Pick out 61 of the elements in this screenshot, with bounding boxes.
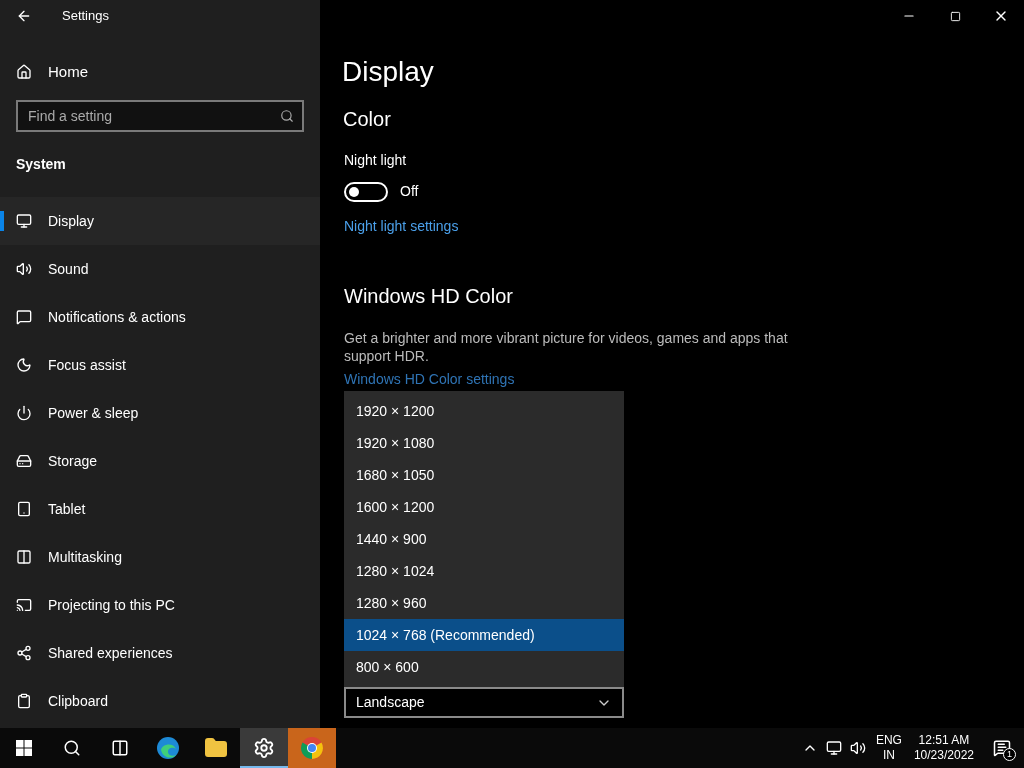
- sidebar-item[interactable]: Multitasking: [0, 533, 320, 581]
- sidebar-item[interactable]: Display: [0, 197, 320, 245]
- section-title: Windows HD Color: [344, 284, 514, 309]
- menu-item[interactable]: 1920 × 1080: [344, 427, 624, 459]
- window-title: Settings: [62, 7, 109, 26]
- sidebar-item[interactable]: Notifications & actions: [0, 293, 320, 341]
- menu-item[interactable]: 800 × 600: [344, 651, 624, 683]
- menu-item[interactable]: 1024 × 768 (Recommended): [344, 619, 624, 651]
- toggle-switch[interactable]: [344, 181, 388, 202]
- sidebar-item[interactable]: Focus assist: [0, 341, 320, 389]
- section-heading: System: [15, 155, 67, 174]
- sidebar-item[interactable]: Tablet: [0, 485, 320, 533]
- menu-item[interactable]: 1600 × 1200: [344, 491, 624, 523]
- cast-icon: [16, 597, 32, 613]
- section-title: Color: [343, 107, 392, 132]
- restore-icon: [949, 10, 961, 22]
- menu-item[interactable]: 1920 × 1200: [344, 395, 624, 427]
- home-link[interactable]: Home: [0, 54, 320, 90]
- clock[interactable]: 12:51 AM 10/23/2022: [913, 733, 974, 763]
- drive-icon: [16, 453, 32, 469]
- power-icon: [16, 405, 32, 421]
- sidebar-item[interactable]: Clipboard: [0, 677, 320, 725]
- notification-button[interactable]: 1: [980, 728, 1024, 768]
- folder-icon: [204, 736, 228, 760]
- speaker-icon: [16, 261, 32, 277]
- clipboard-icon: [16, 693, 32, 709]
- menu-item[interactable]: 1440 × 900: [344, 523, 624, 555]
- home-icon: [16, 64, 32, 80]
- share-icon: [16, 645, 32, 661]
- gear-icon: [253, 737, 275, 759]
- tablet-icon: [16, 501, 32, 517]
- menu-item[interactable]: 1280 × 960: [344, 587, 624, 619]
- toggle-state: Off: [400, 182, 419, 201]
- setting-label: Night light: [344, 151, 408, 170]
- taskbar-app[interactable]: [240, 728, 288, 768]
- volume-icon[interactable]: [849, 740, 866, 756]
- page-title: Display: [342, 55, 435, 89]
- monitor-icon: [16, 213, 32, 229]
- sidebar-item[interactable]: Power & sleep: [0, 389, 320, 437]
- night-light-link[interactable]: Night light settings: [344, 216, 1024, 237]
- search-field[interactable]: Find a setting: [16, 100, 304, 132]
- language-indicator[interactable]: ENG IN: [875, 733, 902, 763]
- columns-icon: [16, 549, 32, 565]
- browser-icon: [156, 736, 180, 760]
- sidebar-item[interactable]: Sound: [0, 245, 320, 293]
- notification-badge: 1: [1003, 748, 1016, 761]
- description: Get a brighter and more vibrant picture for videos, games and apps that support HDR.: [344, 329, 789, 365]
- message-icon: [16, 309, 32, 325]
- sidebar-item[interactable]: Shared experiences: [0, 629, 320, 677]
- sidebar-item[interactable]: Projecting to this PC: [0, 581, 320, 629]
- back-icon[interactable]: [16, 8, 32, 24]
- menu-item[interactable]: 1280 × 1024: [344, 555, 624, 587]
- menu-item[interactable]: 1680 × 1050: [344, 459, 624, 491]
- sidebar-item[interactable]: Storage: [0, 437, 320, 485]
- search-icon: [280, 109, 294, 123]
- search-icon: [63, 739, 81, 757]
- task-view-icon: [111, 739, 129, 757]
- hd-color-link[interactable]: Windows HD Color settings: [344, 371, 1024, 387]
- moon-icon: [16, 357, 32, 373]
- orientation-dropdown[interactable]: Landscape: [344, 687, 624, 718]
- windows-icon: [16, 740, 32, 756]
